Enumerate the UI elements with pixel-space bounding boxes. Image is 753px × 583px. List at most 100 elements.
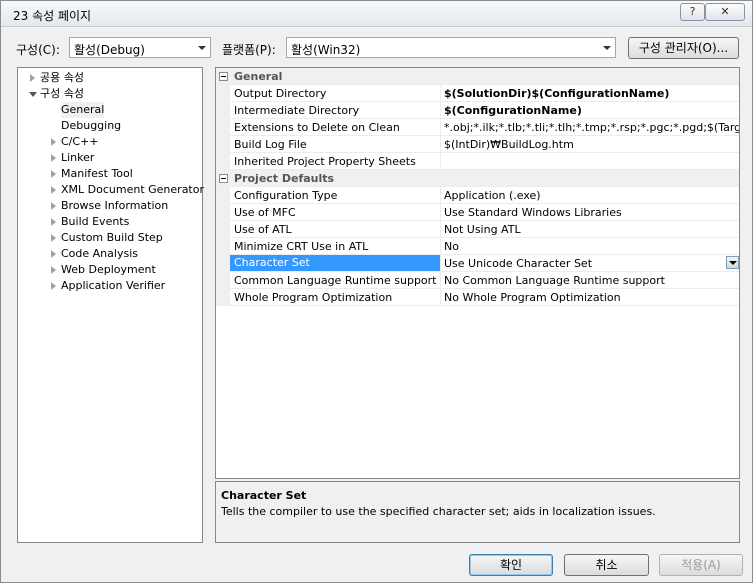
property-name: Common Language Runtime support: [234, 274, 437, 287]
column-divider: [440, 102, 441, 119]
property-row-use-of-atl[interactable]: Use of ATL Not Using ATL: [216, 221, 739, 238]
property-row-character-set[interactable]: Character Set Use Unicode Character Set: [216, 255, 739, 272]
expand-icon[interactable]: [51, 250, 56, 258]
property-row-output-directory[interactable]: Output Directory $(SolutionDir)$(Configu…: [216, 85, 739, 102]
tree-item-label: 공용 속성: [40, 71, 84, 84]
property-row-extensions-to-delete[interactable]: Extensions to Delete on Clean *.obj;*.il…: [216, 119, 739, 136]
properties-dialog: 23 속성 페이지 ? ✕ 구성(C): 활성(Debug) 플랫폼(P): 활…: [0, 0, 753, 583]
property-value[interactable]: $(SolutionDir)$(ConfigurationName): [444, 87, 739, 100]
title-bar: 23 속성 페이지 ? ✕: [1, 1, 752, 27]
property-name: Intermediate Directory: [234, 104, 360, 117]
column-divider: [440, 272, 441, 289]
description-text: Tells the compiler to use the specified …: [221, 505, 656, 518]
property-value[interactable]: No Whole Program Optimization: [444, 291, 739, 304]
column-divider: [440, 289, 441, 306]
tree-item-label: Custom Build Step: [61, 231, 163, 244]
property-row-configuration-type[interactable]: Configuration Type Application (.exe): [216, 187, 739, 204]
expand-icon[interactable]: [51, 266, 56, 274]
description-title: Character Set: [221, 489, 307, 502]
ok-button[interactable]: 확인: [469, 554, 553, 576]
expand-icon[interactable]: [51, 202, 56, 210]
close-button[interactable]: ✕: [705, 3, 745, 21]
window-title: 23 속성 페이지: [13, 9, 92, 23]
property-name: Use of ATL: [234, 223, 292, 236]
platform-select[interactable]: 활성(Win32): [286, 37, 616, 58]
tree-item-label: Code Analysis: [61, 247, 138, 260]
description-panel: Character Set Tells the compiler to use …: [215, 481, 740, 543]
property-value[interactable]: Not Using ATL: [444, 223, 739, 236]
tree-item-label: C/C++: [61, 135, 99, 148]
row-gutter: [216, 102, 230, 119]
property-name: Whole Program Optimization: [234, 291, 393, 304]
collapse-icon[interactable]: [219, 72, 228, 81]
property-row-minimize-crt[interactable]: Minimize CRT Use in ATL No: [216, 238, 739, 255]
config-label: 구성(C):: [16, 43, 60, 57]
platform-label: 플랫폼(P):: [222, 43, 276, 57]
property-row-inherited-sheets[interactable]: Inherited Project Property Sheets: [216, 153, 739, 170]
tree-item-label: Manifest Tool: [61, 167, 133, 180]
expand-icon[interactable]: [51, 186, 56, 194]
expand-icon[interactable]: [51, 170, 56, 178]
cancel-button[interactable]: 취소: [564, 554, 649, 576]
collapse-icon[interactable]: [29, 92, 37, 97]
property-value[interactable]: Application (.exe): [444, 189, 739, 202]
property-name: Minimize CRT Use in ATL: [234, 240, 369, 253]
config-manager-button[interactable]: 구성 관리자(O)...: [628, 37, 739, 59]
category-general[interactable]: General: [216, 68, 739, 85]
property-name: Configuration Type: [234, 189, 338, 202]
property-row-build-log-file[interactable]: Build Log File $(IntDir)₩BuildLog.htm: [216, 136, 739, 153]
tree-item-label: Web Deployment: [61, 263, 156, 276]
property-value[interactable]: *.obj;*.ilk;*.tlb;*.tli;*.tlh;*.tmp;*.rs…: [444, 121, 739, 134]
column-divider: [440, 255, 441, 272]
tree-item-label: 구성 속성: [40, 87, 84, 100]
chevron-down-icon: [603, 46, 611, 50]
column-divider: [440, 204, 441, 221]
property-row-whole-program-optimization[interactable]: Whole Program Optimization No Whole Prog…: [216, 289, 739, 306]
row-gutter: [216, 153, 230, 170]
tree-item-label: XML Document Generator: [61, 183, 204, 196]
row-gutter: [216, 289, 230, 306]
property-name: Character Set: [230, 255, 440, 271]
apply-button[interactable]: 적용(A): [659, 554, 743, 576]
expand-icon[interactable]: [51, 154, 56, 162]
category-title: Project Defaults: [234, 172, 335, 185]
property-name: Use of MFC: [234, 206, 296, 219]
expand-icon[interactable]: [51, 218, 56, 226]
tree-item-label: Build Events: [61, 215, 130, 228]
expand-icon[interactable]: [51, 138, 56, 146]
expand-icon[interactable]: [51, 282, 56, 290]
property-value[interactable]: Use Standard Windows Libraries: [444, 206, 739, 219]
column-divider: [440, 153, 441, 170]
property-name: Inherited Project Property Sheets: [234, 155, 416, 168]
column-divider: [440, 85, 441, 102]
row-gutter: [216, 204, 230, 221]
config-select[interactable]: 활성(Debug): [69, 37, 211, 58]
row-gutter: [216, 136, 230, 153]
expand-icon[interactable]: [30, 74, 35, 82]
row-gutter: [216, 187, 230, 204]
property-value[interactable]: $(IntDir)₩BuildLog.htm: [444, 138, 739, 151]
property-grid: General Output Directory $(SolutionDir)$…: [215, 67, 740, 479]
property-value[interactable]: $(ConfigurationName): [444, 104, 739, 117]
column-divider: [440, 221, 441, 238]
row-gutter: [216, 221, 230, 238]
column-divider: [440, 136, 441, 153]
property-row-use-of-mfc[interactable]: Use of MFC Use Standard Windows Librarie…: [216, 204, 739, 221]
category-project-defaults[interactable]: Project Defaults: [216, 170, 739, 187]
platform-value: 활성(Win32): [291, 43, 361, 57]
property-value[interactable]: No: [444, 240, 739, 253]
tree-item-label: Debugging: [61, 119, 122, 132]
help-button[interactable]: ?: [680, 3, 705, 21]
property-value[interactable]: Use Unicode Character Set: [444, 257, 739, 270]
row-gutter: [216, 85, 230, 102]
expand-icon[interactable]: [51, 234, 56, 242]
tree-item-label: Application Verifier: [61, 279, 166, 292]
collapse-icon[interactable]: [219, 174, 228, 183]
property-row-intermediate-directory[interactable]: Intermediate Directory $(ConfigurationNa…: [216, 102, 739, 119]
row-gutter: [216, 272, 230, 289]
dropdown-arrow-icon[interactable]: [726, 256, 739, 269]
column-divider: [440, 187, 441, 204]
property-value[interactable]: No Common Language Runtime support: [444, 274, 739, 287]
config-value: 활성(Debug): [74, 43, 145, 57]
property-row-clr-support[interactable]: Common Language Runtime support No Commo…: [216, 272, 739, 289]
